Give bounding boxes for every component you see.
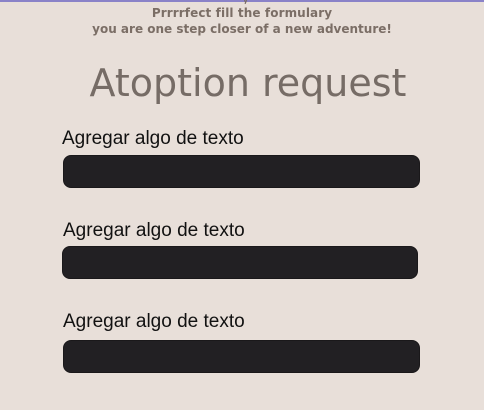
text-input-3[interactable] [63,340,420,373]
field-label-1: Agregar algo de texto [62,128,244,149]
clipped-text: y [242,0,249,4]
page-title: Atoption request [89,61,407,105]
text-input-1[interactable] [63,155,420,188]
clipped-text-fragment: y [242,0,256,4]
field-label-3: Agregar algo de texto [63,311,245,332]
text-input-2[interactable] [62,246,418,279]
subtitle-line-1: Prrrrfect fill the formulary [151,6,333,20]
field-label-2: Agregar algo de texto [63,220,245,241]
subtitle-line-2: you are one step closer of a new adventu… [92,22,392,36]
